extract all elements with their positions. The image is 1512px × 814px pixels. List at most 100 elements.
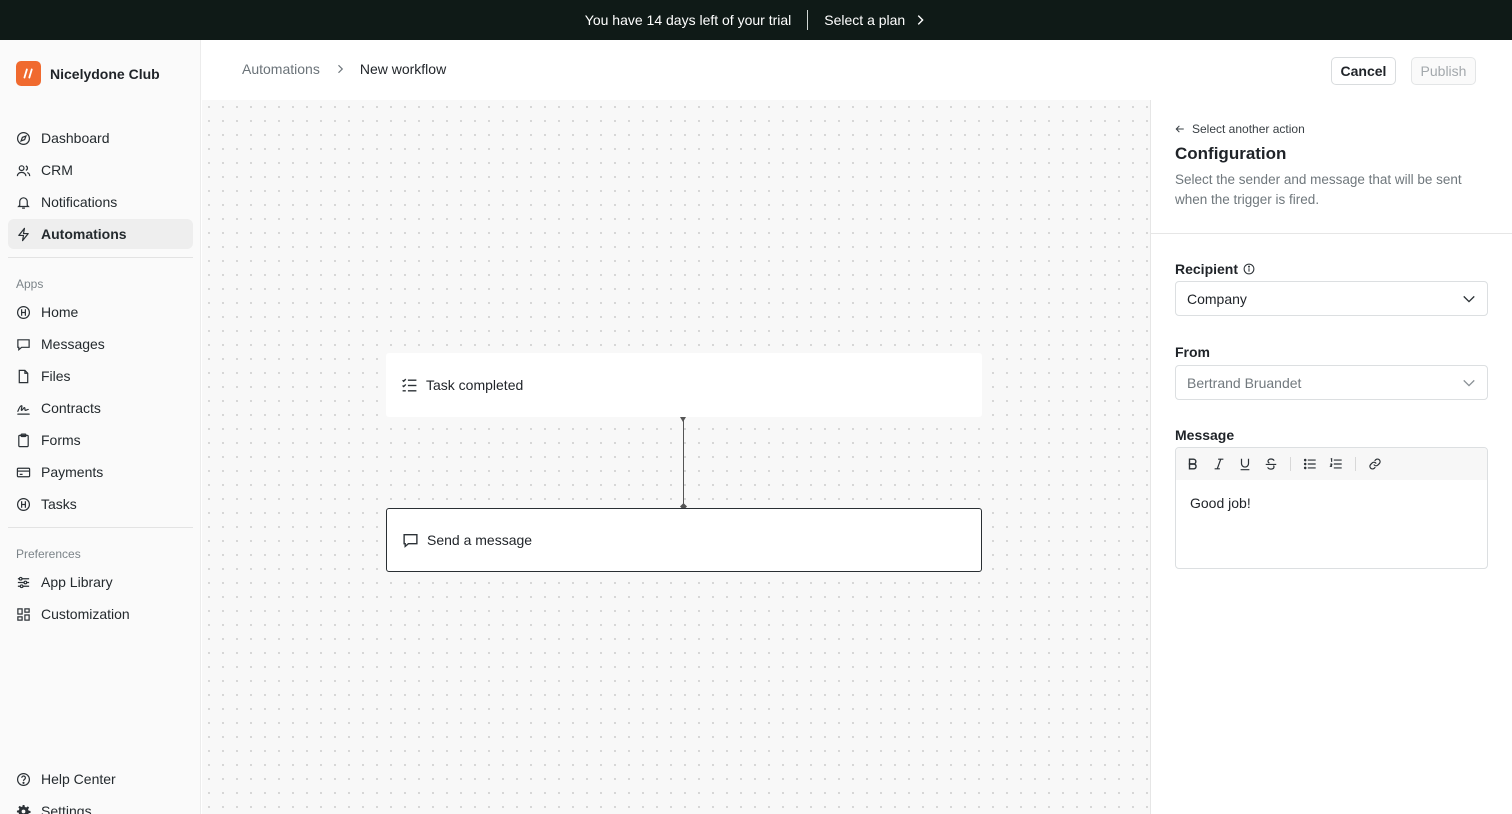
back-label: Select another action bbox=[1192, 122, 1305, 136]
recipient-label: Recipient bbox=[1175, 261, 1255, 277]
chevron-down-icon bbox=[1463, 295, 1475, 303]
chevron-right-icon bbox=[337, 64, 343, 74]
bullet-list-icon bbox=[1303, 458, 1316, 470]
sidebar-item-automations[interactable]: Automations bbox=[8, 219, 193, 249]
underline-button[interactable] bbox=[1238, 457, 1252, 471]
sidebar-item-files[interactable]: Files bbox=[8, 361, 193, 391]
workspace-name: Nicelydone Club bbox=[50, 65, 160, 82]
sidebar-item-label: Notifications bbox=[41, 194, 118, 210]
file-icon bbox=[18, 369, 29, 383]
home-app-icon bbox=[16, 305, 31, 319]
trial-text: You have 14 days left of your trial bbox=[584, 12, 792, 28]
message-icon bbox=[403, 533, 418, 548]
info-icon[interactable] bbox=[1243, 263, 1255, 275]
compass-icon bbox=[16, 131, 31, 145]
strikethrough-button[interactable] bbox=[1264, 457, 1278, 471]
sidebar-item-label: Home bbox=[41, 304, 79, 320]
cancel-button[interactable]: Cancel bbox=[1331, 57, 1396, 85]
recipient-select[interactable]: Company bbox=[1175, 281, 1488, 316]
sidebar-item-label: App Library bbox=[41, 574, 113, 590]
task-list-icon bbox=[402, 378, 417, 392]
from-select[interactable]: Bertrand Bruandet bbox=[1175, 365, 1488, 400]
workspace-switcher[interactable]: Nicelydone Club bbox=[16, 61, 160, 86]
help-icon bbox=[16, 772, 31, 786]
clipboard-icon bbox=[18, 433, 29, 447]
bolt-icon bbox=[18, 227, 29, 241]
from-value: Bertrand Bruandet bbox=[1187, 374, 1302, 391]
sidebar-item-label: Tasks bbox=[41, 496, 77, 512]
brand-logo-icon bbox=[16, 61, 41, 86]
sidebar-item-label: Automations bbox=[41, 226, 127, 242]
bell-icon bbox=[17, 196, 30, 209]
panel-title: Configuration bbox=[1175, 144, 1287, 163]
trial-banner: You have 14 days left of your trial Sele… bbox=[0, 0, 1512, 40]
underline-icon bbox=[1240, 458, 1250, 471]
from-label: From bbox=[1175, 344, 1210, 360]
sidebar-item-payments[interactable]: Payments bbox=[8, 457, 193, 487]
banner-divider bbox=[807, 10, 809, 30]
users-icon bbox=[16, 164, 31, 176]
sidebar-item-label: Messages bbox=[41, 336, 105, 352]
sidebar-item-tasks[interactable]: Tasks bbox=[8, 489, 193, 519]
sidebar-item-forms[interactable]: Forms bbox=[8, 425, 193, 455]
workflow-canvas[interactable]: Task completed Send a message bbox=[202, 100, 1150, 814]
select-plan-link[interactable]: Select a plan bbox=[824, 12, 927, 28]
sidebar-item-messages[interactable]: Messages bbox=[8, 329, 193, 359]
bold-icon bbox=[1188, 458, 1197, 470]
trigger-node[interactable]: Task completed bbox=[386, 353, 982, 417]
sidebar-divider bbox=[8, 527, 193, 528]
panel-divider bbox=[1151, 233, 1512, 234]
toolbar-divider bbox=[1355, 457, 1356, 471]
publish-button[interactable]: Publish bbox=[1411, 57, 1476, 85]
sidebar-item-label: Forms bbox=[41, 432, 81, 448]
sidebar-item-customization[interactable]: Customization bbox=[8, 599, 193, 629]
message-text[interactable]: Good job! bbox=[1176, 480, 1487, 526]
sidebar-item-notifications[interactable]: Notifications bbox=[8, 187, 193, 217]
link-button[interactable] bbox=[1368, 457, 1382, 471]
select-another-action-link[interactable]: Select another action bbox=[1175, 122, 1305, 136]
bullet-list-button[interactable] bbox=[1303, 457, 1317, 471]
sidebar-item-help-center[interactable]: Help Center bbox=[8, 764, 193, 794]
breadcrumb-current: New workflow bbox=[359, 61, 447, 77]
sidebar-item-dashboard[interactable]: Dashboard bbox=[8, 123, 193, 153]
italic-button[interactable] bbox=[1212, 457, 1226, 471]
sidebar-item-crm[interactable]: CRM bbox=[8, 155, 193, 185]
sidebar-item-home[interactable]: Home bbox=[8, 297, 193, 327]
link-icon bbox=[1369, 458, 1381, 470]
sidebar-item-label: Customization bbox=[41, 606, 130, 622]
preferences-nav: App Library Customization bbox=[8, 567, 193, 631]
sidebar-divider bbox=[8, 257, 193, 258]
sidebar-item-label: Files bbox=[41, 368, 71, 384]
action-node[interactable]: Send a message bbox=[386, 508, 982, 572]
action-node-label: Send a message bbox=[427, 532, 533, 548]
recipient-label-text: Recipient bbox=[1175, 261, 1239, 277]
sidebar-item-label: Payments bbox=[41, 464, 104, 480]
apps-nav: Home Messages Files Contracts Forms Paym… bbox=[8, 297, 193, 521]
italic-icon bbox=[1214, 458, 1224, 470]
signature-icon bbox=[17, 404, 30, 415]
message-editor[interactable]: Good job! bbox=[1175, 447, 1488, 569]
sidebar-item-settings[interactable]: Settings bbox=[8, 796, 193, 814]
breadcrumb-automations[interactable]: Automations bbox=[242, 61, 320, 77]
grid-icon bbox=[17, 607, 30, 621]
sidebar-item-label: Settings bbox=[41, 803, 92, 814]
sidebar-item-contracts[interactable]: Contracts bbox=[8, 393, 193, 423]
numbered-list-icon bbox=[1329, 457, 1342, 469]
configuration-panel: Select another action Configuration Sele… bbox=[1150, 100, 1512, 814]
breadcrumb: Automations New workflow bbox=[242, 61, 446, 77]
main-nav: Dashboard CRM Notifications Automations bbox=[8, 123, 193, 251]
chevron-down-icon bbox=[1463, 379, 1475, 387]
sidebar-item-app-library[interactable]: App Library bbox=[8, 567, 193, 597]
bold-button[interactable] bbox=[1186, 457, 1200, 471]
message-icon bbox=[17, 338, 30, 351]
message-label: Message bbox=[1175, 427, 1234, 443]
numbered-list-button[interactable] bbox=[1329, 457, 1343, 471]
from-label-text: From bbox=[1175, 344, 1210, 360]
sidebar-item-label: CRM bbox=[41, 162, 73, 178]
sidebar-item-label: Contracts bbox=[41, 400, 101, 416]
panel-description: Select the sender and message that will … bbox=[1175, 172, 1462, 207]
recipient-value: Company bbox=[1187, 290, 1247, 307]
editor-toolbar bbox=[1176, 448, 1487, 480]
credit-card-icon bbox=[16, 467, 31, 477]
gear-icon bbox=[16, 804, 31, 814]
